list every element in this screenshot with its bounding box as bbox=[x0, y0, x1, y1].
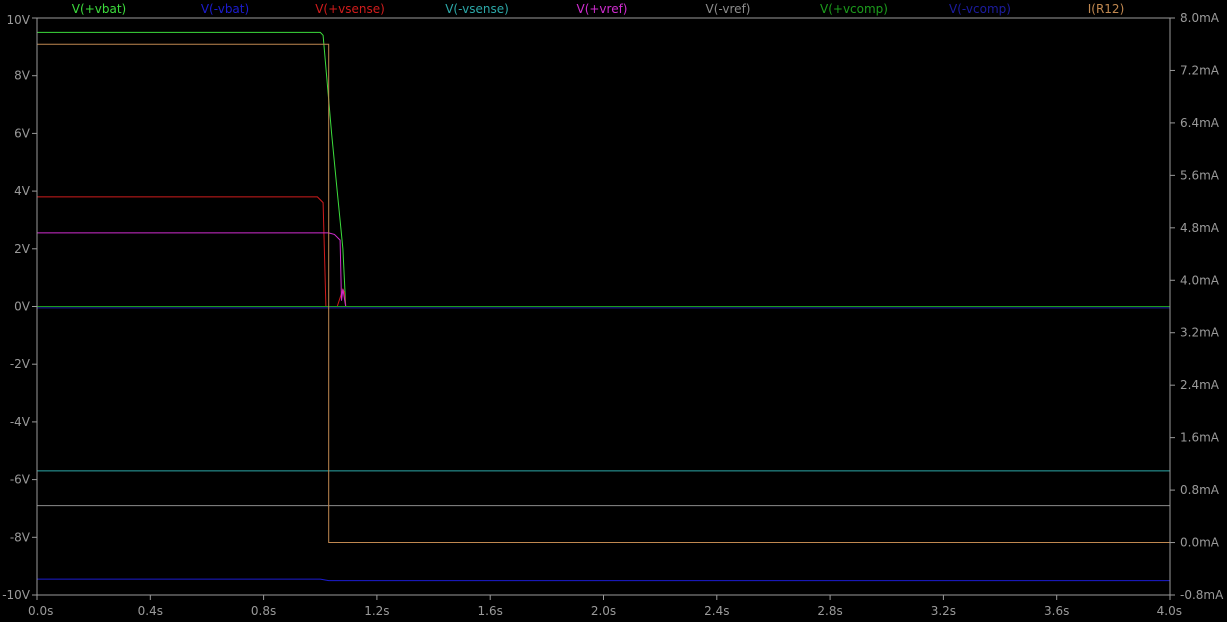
x-tick-label: 1.2s bbox=[364, 604, 389, 618]
y-tick-label: -10V bbox=[2, 588, 31, 602]
y2-tick-label: 4.0mA bbox=[1180, 273, 1220, 287]
y2-tick-label: 8.0mA bbox=[1180, 11, 1220, 25]
y2-tick-label: 4.8mA bbox=[1180, 221, 1220, 235]
y-tick-label: 0V bbox=[14, 300, 31, 314]
x-tick-label: 0.8s bbox=[251, 604, 276, 618]
x-tick-label: 4.0s bbox=[1157, 604, 1182, 618]
legend-entry-1[interactable]: V(-vbat) bbox=[201, 2, 249, 16]
y-tick-label: 2V bbox=[14, 242, 31, 256]
y-tick-label: 8V bbox=[14, 69, 31, 83]
y-tick-label: -6V bbox=[10, 473, 31, 487]
x-tick-label: 0.0s bbox=[28, 604, 53, 618]
y-tick-label: -2V bbox=[10, 357, 31, 371]
legend-entry-0[interactable]: V(+vbat) bbox=[72, 2, 126, 16]
y2-tick-label: -0.8mA bbox=[1180, 588, 1224, 602]
legend-entry-2[interactable]: V(+vsense) bbox=[315, 2, 385, 16]
legend-entry-8[interactable]: I(R12) bbox=[1088, 2, 1125, 16]
chart-background bbox=[0, 0, 1227, 622]
x-tick-label: 2.0s bbox=[591, 604, 616, 618]
y-tick-label: 4V bbox=[14, 184, 31, 198]
y2-tick-label: 0.8mA bbox=[1180, 483, 1220, 497]
x-tick-label: 3.6s bbox=[1044, 604, 1069, 618]
y2-tick-label: 7.2mA bbox=[1180, 63, 1220, 77]
y2-tick-label: 0.0mA bbox=[1180, 536, 1220, 550]
x-tick-label: 2.4s bbox=[704, 604, 729, 618]
legend-entry-6[interactable]: V(+vcomp) bbox=[820, 2, 888, 16]
y-tick-label: 6V bbox=[14, 126, 31, 140]
y2-tick-label: 1.6mA bbox=[1180, 431, 1220, 445]
x-tick-label: 2.8s bbox=[817, 604, 842, 618]
legend-entry-3[interactable]: V(-vsense) bbox=[445, 2, 509, 16]
x-tick-label: 0.4s bbox=[138, 604, 163, 618]
y2-tick-label: 2.4mA bbox=[1180, 378, 1220, 392]
y2-tick-label: 3.2mA bbox=[1180, 326, 1220, 340]
legend: V(+vbat) V(-vbat) V(+vsense) V(-vsense) V(+v… bbox=[72, 2, 1124, 16]
legend-entry-7[interactable]: V(-vcomp) bbox=[949, 2, 1011, 16]
y-tick-label: 10V bbox=[7, 13, 31, 27]
waveform-chart: V(+vbat) V(-vbat) V(+vsense) V(-vsense) V(+v… bbox=[0, 0, 1227, 622]
y2-tick-label: 5.6mA bbox=[1180, 168, 1220, 182]
y2-tick-label: 6.4mA bbox=[1180, 116, 1220, 130]
x-tick-label: 1.6s bbox=[478, 604, 503, 618]
legend-entry-4[interactable]: V(+vref) bbox=[576, 2, 627, 16]
y-tick-label: -8V bbox=[10, 530, 31, 544]
legend-entry-5[interactable]: V(-vref) bbox=[706, 2, 751, 16]
x-tick-label: 3.2s bbox=[931, 604, 956, 618]
y-tick-label: -4V bbox=[10, 415, 31, 429]
